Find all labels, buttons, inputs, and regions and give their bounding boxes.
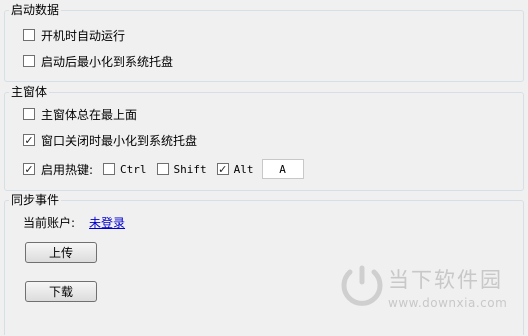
shift-option[interactable]: Shift [156, 162, 207, 176]
watermark: 当下软件园 www.downxia.com [340, 258, 520, 330]
ctrl-checkbox[interactable] [103, 163, 116, 175]
hotkey-key-input[interactable]: A [261, 159, 304, 179]
alt-checkbox[interactable]: ✓ [216, 162, 229, 176]
checkmark-icon: ✓ [24, 133, 34, 147]
checkmark-icon: ✓ [218, 162, 228, 176]
always-on-top-checkbox[interactable] [23, 108, 35, 120]
watermark-logo [341, 265, 383, 306]
shift-checkbox[interactable] [156, 163, 169, 175]
minimize-on-close-checkbox[interactable]: ✓ [23, 134, 35, 146]
account-row: 当前账户: 未登录 [23, 213, 125, 231]
sync-group-title: 同步事件 [9, 192, 62, 208]
autorun-label: 开机时自动运行 [41, 28, 126, 43]
shift-label: Shift [173, 162, 207, 176]
minimize-on-start-label: 启动后最小化到系统托盘 [41, 54, 174, 69]
hotkey-row: ✓ 启用热键: Ctrl Shift ✓ Alt A [23, 158, 304, 180]
minimize-on-close-label: 窗口关闭时最小化到系统托盘 [41, 133, 198, 148]
enable-hotkey-checkbox[interactable]: ✓ [23, 163, 35, 175]
enable-hotkey-label: 启用热键: [41, 162, 94, 177]
autorun-option[interactable]: 开机时自动运行 [23, 26, 125, 44]
minimize-on-close-option[interactable]: ✓ 窗口关闭时最小化到系统托盘 [23, 131, 197, 149]
startup-group-title: 启动数据 [9, 2, 62, 18]
ctrl-label: Ctrl [120, 162, 147, 176]
minimize-on-start-checkbox[interactable] [23, 55, 35, 67]
ctrl-option[interactable]: Ctrl [103, 163, 147, 176]
autorun-checkbox[interactable] [23, 29, 35, 41]
startup-group: 启动数据 开机时自动运行 启动后最小化到系统托盘 [4, 2, 524, 82]
minimize-on-start-option[interactable]: 启动后最小化到系统托盘 [23, 52, 173, 70]
watermark-text: 当下软件园 [388, 268, 503, 292]
always-on-top-label: 主窗体总在最上面 [41, 107, 138, 122]
always-on-top-option[interactable]: 主窗体总在最上面 [23, 105, 137, 123]
download-button[interactable]: 下载 [25, 281, 97, 302]
checkmark-icon: ✓ [24, 162, 34, 176]
main-window-group-title: 主窗体 [9, 84, 50, 100]
main-window-group: 主窗体 主窗体总在最上面 ✓ 窗口关闭时最小化到系统托盘 ✓ 启用热键: Ctr… [4, 84, 524, 191]
alt-option[interactable]: ✓ Alt [216, 162, 254, 176]
watermark-url: www.downxia.com [388, 296, 508, 310]
account-label: 当前账户: [23, 215, 76, 230]
upload-button[interactable]: 上传 [25, 242, 97, 263]
login-link[interactable]: 未登录 [89, 214, 125, 231]
alt-label: Alt [233, 162, 254, 176]
